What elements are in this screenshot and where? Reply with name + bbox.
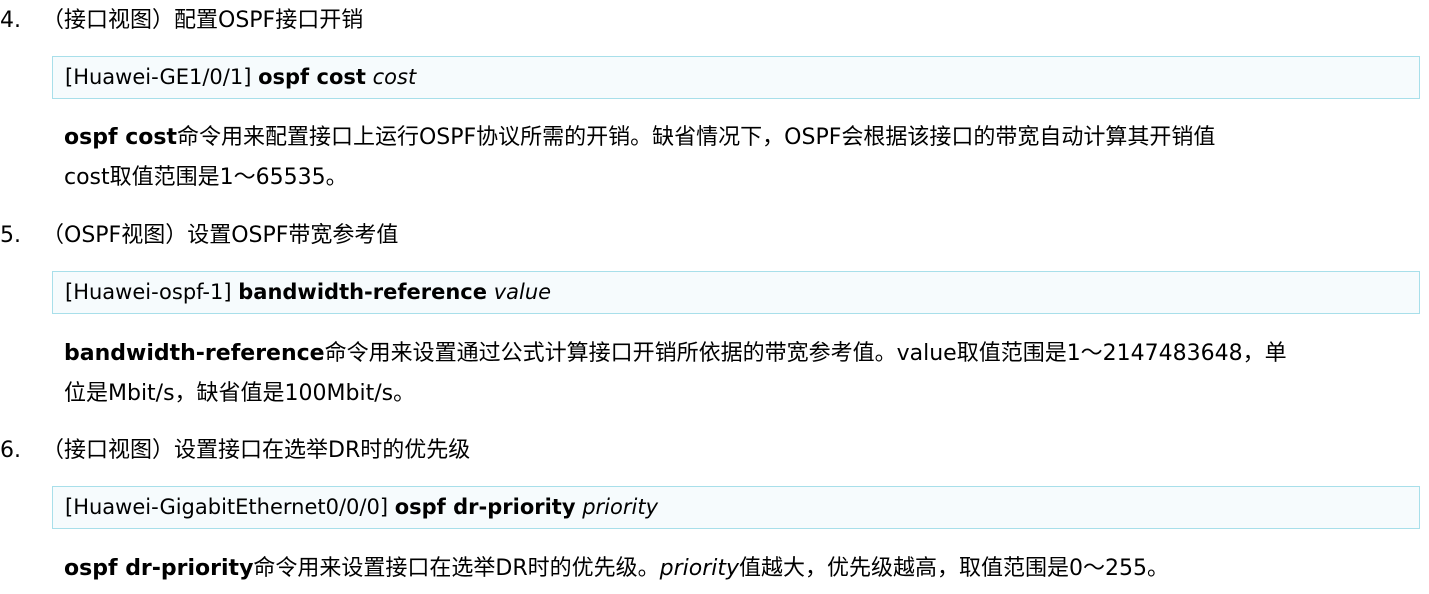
- desc-line-2: cost取值范围是1～65535。: [64, 165, 348, 190]
- desc-line-1: bandwidth-reference命令用来设置通过公式计算接口开销所依据的带…: [64, 334, 1409, 374]
- desc-line-1: ospf dr-priority命令用来设置接口在选举DR时的优先级。prior…: [64, 549, 1409, 589]
- command-keyword: bandwidth-reference: [238, 280, 487, 304]
- step-title: （OSPF视图）设置OSPF带宽参考值: [42, 223, 399, 248]
- command-box-ospf-cost: [Huawei-GE1/0/1] ospf cost cost: [52, 56, 1420, 99]
- command-param: priority: [582, 495, 658, 519]
- step-6-description: ospf dr-priority命令用来设置接口在选举DR时的优先级。prior…: [64, 549, 1409, 589]
- step-4-description: ospf cost命令用来配置接口上运行OSPF协议所需的开销。缺省情况下，OS…: [64, 118, 1409, 198]
- step-number: 6.: [0, 438, 21, 463]
- step-title: （接口视图）配置OSPF接口开销: [42, 8, 364, 33]
- command-prompt: [Huawei-GE1/0/1]: [65, 65, 252, 89]
- command-prompt: [Huawei-ospf-1]: [65, 280, 232, 304]
- command-keyword: ospf cost: [258, 65, 366, 89]
- step-4-heading: 4. （接口视图）配置OSPF接口开销: [0, 6, 363, 36]
- desc-text: 命令用来设置接口在选举DR时的优先级。: [253, 556, 660, 581]
- step-number: 5.: [0, 223, 21, 248]
- step-6-heading: 6. （接口视图）设置接口在选举DR时的优先级: [0, 436, 470, 466]
- step-5-description: bandwidth-reference命令用来设置通过公式计算接口开销所依据的带…: [64, 334, 1409, 414]
- desc-lead-command: ospf cost: [64, 125, 177, 150]
- command-param: value: [493, 280, 552, 304]
- desc-param: priority: [659, 556, 740, 581]
- desc-text: 命令用来设置通过公式计算接口开销所依据的带宽参考值。value取值范围是1～21…: [324, 341, 1287, 366]
- desc-text: 命令用来配置接口上运行OSPF协议所需的开销。缺省情况下，OSPF会根据该接口的…: [176, 125, 1216, 150]
- command-param: cost: [372, 65, 417, 89]
- command-box-dr-priority: [Huawei-GigabitEthernet0/0/0] ospf dr-pr…: [52, 486, 1420, 529]
- step-number: 4.: [0, 8, 21, 33]
- step-title: （接口视图）设置接口在选举DR时的优先级: [42, 438, 471, 463]
- command-prompt: [Huawei-GigabitEthernet0/0/0]: [65, 495, 389, 519]
- command-keyword: ospf dr-priority: [394, 495, 576, 519]
- desc-line-1: ospf cost命令用来配置接口上运行OSPF协议所需的开销。缺省情况下，OS…: [64, 118, 1409, 158]
- desc-lead-command: ospf dr-priority: [64, 556, 254, 581]
- step-5-heading: 5. （OSPF视图）设置OSPF带宽参考值: [0, 221, 398, 251]
- desc-lead-command: bandwidth-reference: [64, 341, 325, 366]
- desc-text: 值越大，优先级越高，取值范围是0～255。: [739, 556, 1170, 581]
- desc-line-2: 位是Mbit/s，缺省值是100Mbit/s。: [64, 381, 416, 406]
- command-box-bandwidth-reference: [Huawei-ospf-1] bandwidth-reference valu…: [52, 271, 1420, 314]
